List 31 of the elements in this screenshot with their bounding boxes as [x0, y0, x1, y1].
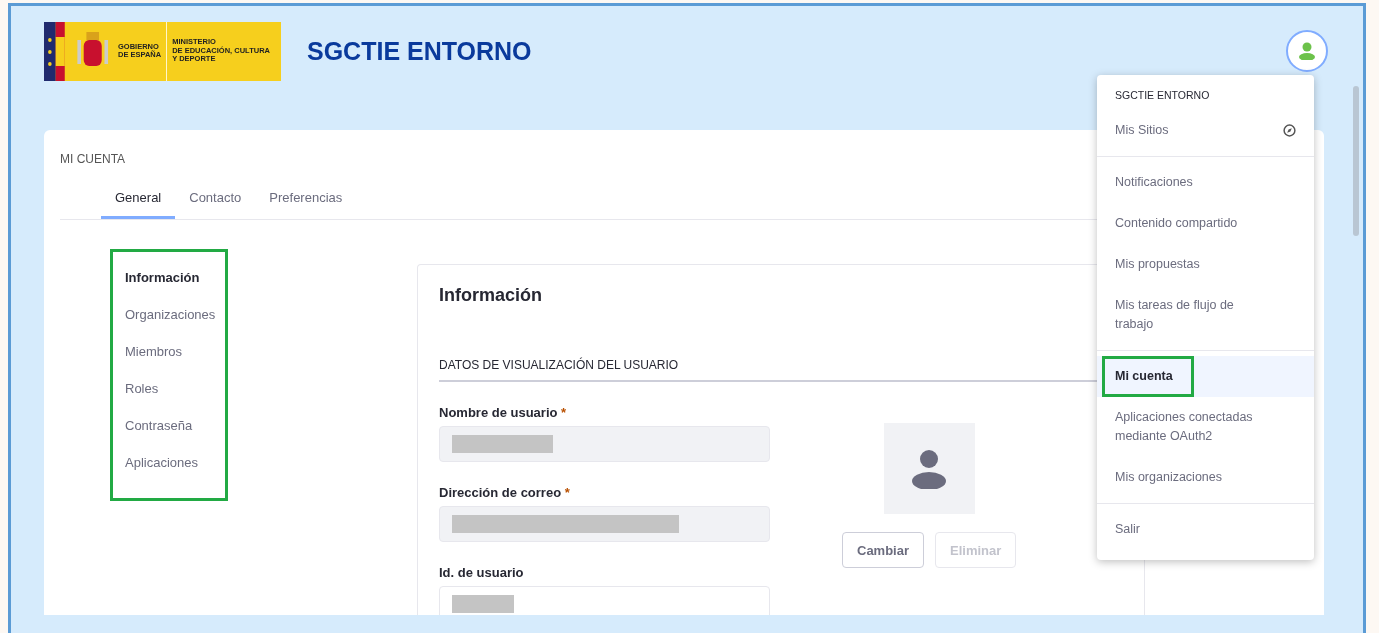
user-icon [1299, 42, 1315, 60]
tab[interactable]: Preferencias [255, 180, 357, 219]
sidebar-item[interactable]: Información [125, 270, 225, 307]
field-label: Nombre de usuario * [439, 405, 568, 420]
scrollbar[interactable] [1353, 86, 1359, 236]
menu-item[interactable]: Aplicaciones conectadas mediante OAuth2 [1097, 397, 1314, 457]
menu-item[interactable]: Mis tareas de flujo de trabajo [1097, 285, 1314, 345]
menu-item[interactable]: Contenido compartido [1097, 203, 1314, 244]
menu-item[interactable]: Mis Sitios [1097, 110, 1314, 151]
menu-header: SGCTIE ENTORNO [1114, 88, 1211, 103]
menu-item[interactable]: Mis propuestas [1097, 244, 1314, 285]
menu-item[interactable]: Salir [1097, 509, 1314, 550]
menu-item[interactable]: Mis organizaciones [1097, 457, 1314, 498]
tab[interactable]: Contacto [175, 180, 256, 219]
compass-icon [1283, 124, 1296, 137]
user-silhouette-icon [912, 448, 947, 489]
menu-item[interactable]: Mi cuenta [1102, 356, 1194, 397]
page-title: MI CUENTA [60, 152, 127, 166]
panel-title: Información [439, 285, 542, 306]
sidebar-item[interactable]: Organizaciones [125, 307, 225, 344]
sidebar-item[interactable]: Miembros [125, 344, 225, 381]
menu-item[interactable]: Notificaciones [1097, 162, 1314, 203]
sidebar-item[interactable]: Contraseña [125, 418, 225, 455]
sidebar-item[interactable]: Roles [125, 381, 225, 418]
sidebar-item[interactable]: Aplicaciones [125, 455, 225, 492]
field-label: Id. de usuario [439, 565, 525, 580]
photo-button[interactable]: Cambiar [842, 532, 925, 568]
field-label: Dirección de correo * [439, 485, 571, 500]
user-avatar-button[interactable] [1286, 30, 1328, 72]
site-title: SGCTIE ENTORNO [307, 36, 532, 66]
input-field[interactable] [439, 586, 770, 615]
